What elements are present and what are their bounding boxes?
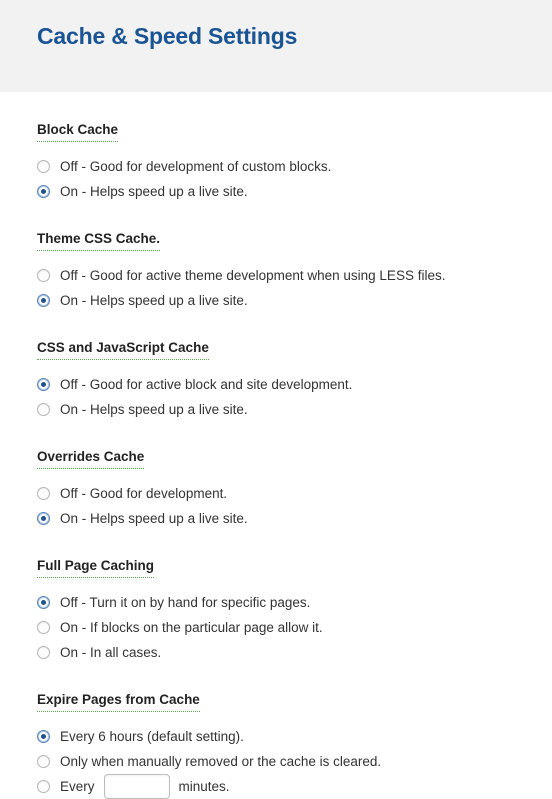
radio-option-label: On - Helps speed up a live site. [60, 292, 248, 308]
radio-option-row[interactable]: Off - Good for development of custom blo… [37, 154, 552, 179]
radio-option-row[interactable]: On - Helps speed up a live site. [37, 179, 552, 204]
setting-section-css-and-javascript-cache: CSS and JavaScript Cache Off - Good for a… [37, 313, 552, 422]
radio-option-row[interactable]: Only when manually removed or the cache … [37, 749, 552, 774]
radio-group-block-cache: Off - Good for development of custom blo… [37, 154, 552, 204]
radio-button[interactable] [37, 403, 50, 416]
radio-option-row[interactable]: Every minutes. [37, 774, 552, 799]
radio-button[interactable] [37, 160, 50, 173]
radio-button[interactable] [37, 269, 50, 282]
radio-option-label: Every 6 hours (default setting). [60, 728, 244, 744]
section-heading-expire-pages-from-cache: Expire Pages from Cache [37, 692, 200, 712]
radio-option-row[interactable]: On - Helps speed up a live site. [37, 288, 552, 313]
setting-section-overrides-cache: Overrides Cache Off - Good for developmen… [37, 422, 552, 531]
radio-option-label: On - Helps speed up a live site. [60, 401, 248, 417]
section-heading-theme-css-cache: Theme CSS Cache. [37, 231, 161, 251]
radio-option-row[interactable]: Off - Good for development. [37, 481, 552, 506]
radio-option-label-suffix: minutes. [178, 778, 230, 794]
radio-group-theme-css-cache: Off - Good for active theme development … [37, 263, 552, 313]
radio-option-label: Off - Good for development. [60, 485, 228, 501]
radio-group-full-page-caching: Off - Turn it on by hand for specific pa… [37, 590, 552, 665]
radio-option-label: Off - Good for active theme development … [60, 267, 446, 283]
radio-button[interactable] [37, 378, 50, 391]
radio-button[interactable] [37, 487, 50, 500]
expire-minutes-input[interactable] [103, 774, 170, 799]
radio-button[interactable] [37, 646, 50, 659]
radio-button[interactable] [37, 294, 50, 307]
page-title: Cache & Speed Settings [37, 23, 298, 49]
page-header: Cache & Speed Settings [0, 0, 552, 92]
radio-option-label: On - Helps speed up a live site. [60, 510, 248, 526]
setting-section-expire-pages-from-cache: Expire Pages from Cache Every 6 hours (de… [37, 665, 552, 799]
radio-button[interactable] [37, 512, 50, 525]
setting-section-theme-css-cache: Theme CSS Cache. Off - Good for active th… [37, 204, 552, 313]
radio-option-label: Only when manually removed or the cache … [60, 753, 382, 769]
radio-group-overrides-cache: Off - Good for development. On - Helps sp… [37, 481, 552, 531]
settings-content: Block Cache Off - Good for development of… [0, 92, 552, 799]
radio-option-label: Off - Good for active block and site dev… [60, 376, 353, 392]
radio-option-row[interactable]: On - Helps speed up a live site. [37, 397, 552, 422]
radio-option-row[interactable]: On - Helps speed up a live site. [37, 506, 552, 531]
radio-button[interactable] [37, 185, 50, 198]
radio-option-row[interactable]: Every 6 hours (default setting). [37, 724, 552, 749]
radio-button[interactable] [37, 780, 50, 793]
radio-option-row[interactable]: On - In all cases. [37, 640, 552, 665]
radio-option-row[interactable]: Off - Good for active block and site dev… [37, 372, 552, 397]
radio-option-label: On - In all cases. [60, 644, 162, 660]
radio-option-label: On - Helps speed up a live site. [60, 183, 248, 199]
setting-section-full-page-caching: Full Page Caching Off - Turn it on by han… [37, 531, 552, 665]
radio-button[interactable] [37, 596, 50, 609]
section-heading-overrides-cache: Overrides Cache [37, 449, 145, 469]
radio-button[interactable] [37, 755, 50, 768]
radio-group-css-and-javascript-cache: Off - Good for active block and site dev… [37, 372, 552, 422]
radio-button[interactable] [37, 621, 50, 634]
section-heading-css-and-javascript-cache: CSS and JavaScript Cache [37, 340, 209, 360]
radio-option-row[interactable]: Off - Turn it on by hand for specific pa… [37, 590, 552, 615]
radio-option-row[interactable]: On - If blocks on the particular page al… [37, 615, 552, 640]
radio-option-label: Off - Turn it on by hand for specific pa… [60, 594, 311, 610]
radio-option-label: Every [60, 778, 95, 794]
settings-section-list: Block Cache Off - Good for development of… [37, 92, 552, 799]
radio-group-expire-pages-from-cache: Every 6 hours (default setting). Only whe… [37, 724, 552, 799]
radio-option-row[interactable]: Off - Good for active theme development … [37, 263, 552, 288]
section-heading-full-page-caching: Full Page Caching [37, 558, 155, 578]
radio-option-label: Off - Good for development of custom blo… [60, 158, 332, 174]
section-heading-block-cache: Block Cache [37, 122, 119, 142]
radio-option-label: On - If blocks on the particular page al… [60, 619, 323, 635]
setting-section-block-cache: Block Cache Off - Good for development of… [37, 92, 552, 204]
radio-button[interactable] [37, 730, 50, 743]
